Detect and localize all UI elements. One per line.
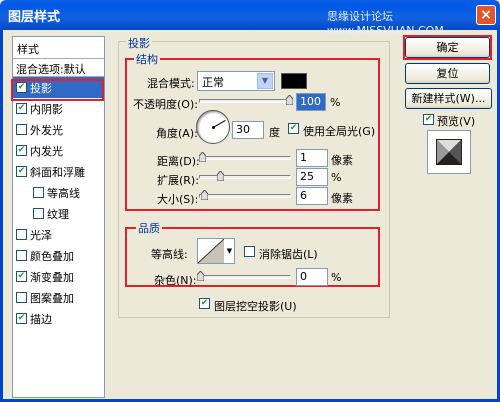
blend-mode-value: 正常 (202, 76, 224, 89)
title-bar: 图层样式 思缘设计论坛 www.MISSVUAN.COM × (0, 0, 500, 37)
angle-value: 30 (236, 123, 250, 136)
blending-options-item[interactable]: 混合选项:默认 (13, 59, 104, 77)
style-item-label: 颜色叠加 (30, 249, 74, 263)
reset-button[interactable]: 复位 (405, 63, 490, 84)
opacity-value: 100 (300, 95, 321, 108)
distance-input[interactable]: 1 (296, 149, 328, 167)
style-item-checkbox[interactable]: ✔ (16, 313, 27, 324)
distance-label: 距离(D): (157, 155, 200, 168)
size-input[interactable]: 6 (296, 187, 328, 205)
drop-shadow-title: 投影 (126, 35, 152, 51)
selected-style-highlight (11, 79, 104, 101)
noise-value: 0 (300, 270, 307, 283)
style-item-label: 光泽 (30, 228, 52, 242)
global-light-label[interactable]: 使用全局光(G) (303, 123, 375, 139)
style-item[interactable]: 等高线 (13, 182, 104, 203)
noise-slider[interactable] (199, 275, 291, 279)
style-item[interactable]: 图案叠加 (13, 287, 104, 308)
style-item-checkbox[interactable] (33, 208, 44, 219)
distance-unit: 像素 (331, 154, 353, 167)
size-label: 大小(S): (157, 193, 199, 206)
size-slider-thumb[interactable] (201, 190, 208, 200)
spread-slider[interactable] (199, 175, 291, 179)
knockout-checkbox[interactable]: ✔ (199, 298, 210, 309)
style-item-checkbox[interactable]: ✔ (16, 145, 27, 156)
opacity-input[interactable]: 100 (296, 93, 326, 111)
style-item-label: 渐变叠加 (30, 270, 74, 284)
style-item-checkbox[interactable]: ✔ (16, 103, 27, 114)
size-unit: 像素 (331, 192, 353, 205)
preview-label[interactable]: 预览(V) (437, 113, 475, 129)
style-item-label: 内阴影 (30, 102, 63, 116)
style-item-checkbox[interactable]: ✔ (16, 271, 27, 282)
style-item[interactable]: ✔ 斜面和浮雕 (13, 161, 104, 182)
style-item-label: 斜面和浮雕 (30, 165, 85, 179)
style-item[interactable]: ✔ 内阴影 (13, 98, 104, 119)
angle-unit: 度 (269, 126, 280, 139)
angle-input[interactable]: 30 (232, 121, 264, 139)
window-title: 图层样式 (8, 10, 61, 25)
noise-label: 杂色(N): (154, 274, 197, 287)
preview-thumbnail-icon (436, 139, 462, 165)
antialias-checkbox[interactable] (244, 246, 255, 257)
style-preview (427, 130, 471, 174)
new-style-button[interactable]: 新建样式(W)... (405, 88, 492, 109)
style-item-label: 等高线 (47, 186, 80, 200)
structure-title: 结构 (134, 51, 160, 67)
spread-value: 25 (300, 170, 314, 183)
styles-header: 样式 (13, 37, 104, 59)
style-item-label: 描边 (30, 312, 52, 326)
noise-input[interactable]: 0 (296, 268, 328, 286)
style-item-checkbox[interactable]: ✔ (16, 166, 27, 177)
style-item-checkbox[interactable] (16, 229, 27, 240)
knockout-label[interactable]: 图层挖空投影(U) (214, 298, 297, 314)
style-item-checkbox[interactable] (33, 187, 44, 198)
contour-dropdown-icon[interactable]: ▼ (224, 238, 235, 264)
spread-slider-thumb[interactable] (217, 171, 224, 181)
angle-label: 角度(A): (156, 127, 198, 140)
shadow-color-swatch[interactable] (281, 73, 307, 89)
distance-slider-thumb[interactable] (199, 152, 206, 162)
style-item[interactable]: 颜色叠加 (13, 245, 104, 266)
style-item[interactable]: 纹理 (13, 203, 104, 224)
style-item-label: 纹理 (47, 207, 69, 221)
style-item[interactable]: 光泽 (13, 224, 104, 245)
style-item-label: 内发光 (30, 144, 63, 158)
contour-label: 等高线: (151, 248, 188, 261)
antialias-label[interactable]: 消除锯齿(L) (259, 246, 318, 262)
spread-input[interactable]: 25 (296, 168, 328, 186)
style-item[interactable]: 外发光 (13, 119, 104, 140)
style-item-checkbox[interactable] (16, 292, 27, 303)
distance-value: 1 (300, 151, 307, 164)
noise-slider-thumb[interactable] (197, 271, 204, 281)
style-item[interactable]: ✔ 描边 (13, 308, 104, 329)
spread-unit: % (331, 171, 342, 184)
global-light-checkbox[interactable]: ✔ (288, 123, 299, 134)
quality-title: 品质 (136, 220, 162, 236)
angle-dial-center (212, 126, 215, 129)
angle-dial[interactable] (196, 110, 230, 144)
noise-unit: % (331, 271, 342, 284)
style-item[interactable]: ✔ 内发光 (13, 140, 104, 161)
ok-button-highlight (403, 35, 492, 60)
preview-checkbox[interactable]: ✔ (423, 114, 434, 125)
blend-mode-label: 混合模式: (147, 77, 195, 90)
style-item-label: 外发光 (30, 123, 63, 137)
opacity-label: 不透明度(O): (133, 98, 198, 111)
close-button[interactable]: × (476, 5, 496, 25)
style-item[interactable]: ✔ 渐变叠加 (13, 266, 104, 287)
distance-slider[interactable] (199, 156, 291, 160)
size-value: 6 (300, 189, 307, 202)
style-item-checkbox[interactable] (16, 124, 27, 135)
blend-mode-select[interactable]: 正常 ▼ (197, 71, 275, 91)
opacity-slider[interactable] (199, 99, 291, 103)
opacity-unit: % (330, 96, 341, 109)
style-item-label: 图案叠加 (30, 291, 74, 305)
chevron-down-icon: ▼ (257, 73, 273, 89)
size-slider[interactable] (199, 194, 291, 198)
spread-label: 扩展(R): (157, 174, 199, 187)
contour-curve-icon (197, 238, 225, 264)
opacity-slider-thumb[interactable] (286, 95, 293, 105)
style-item-checkbox[interactable] (16, 250, 27, 261)
